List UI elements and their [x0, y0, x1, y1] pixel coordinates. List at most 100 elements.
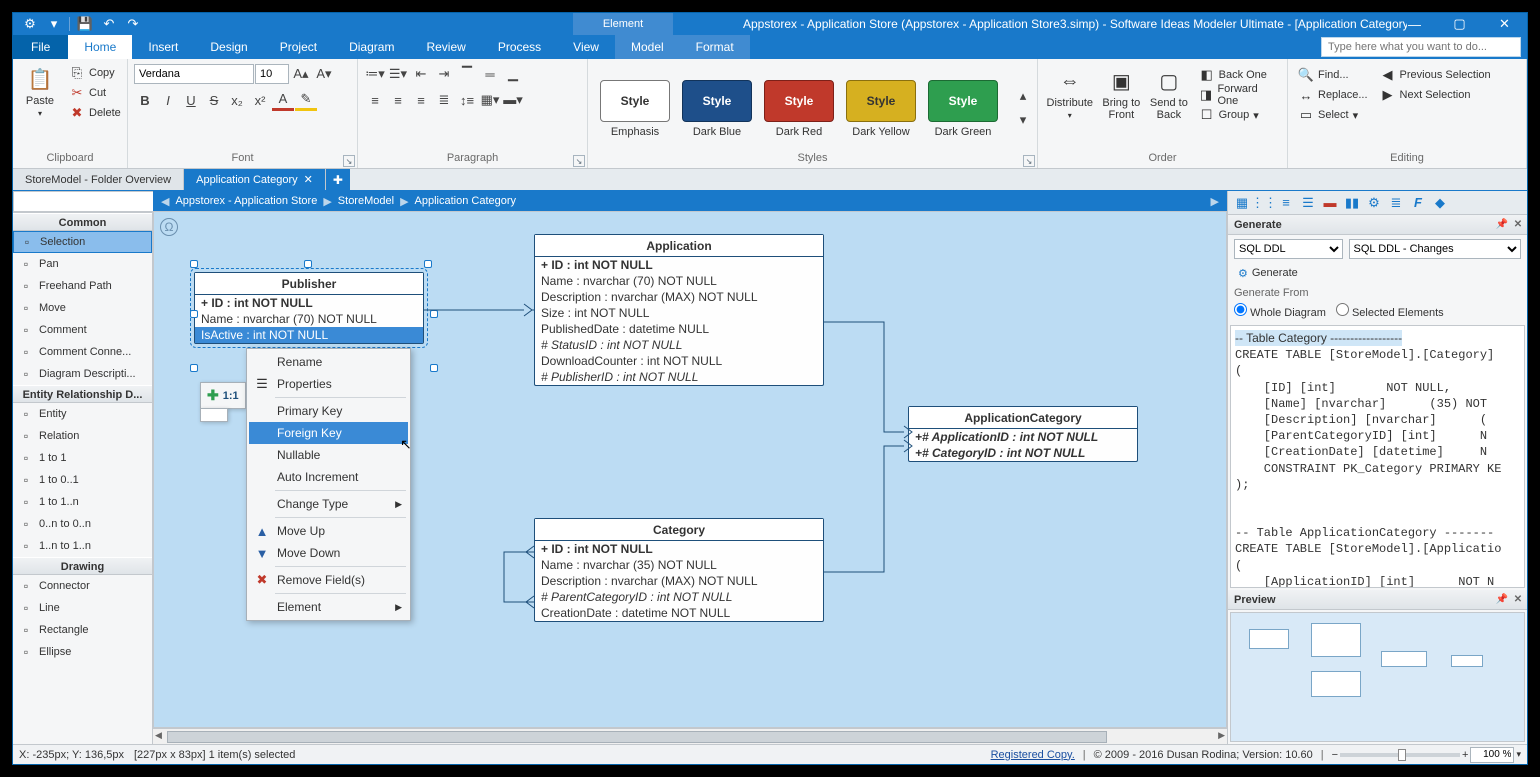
grow-font-button[interactable]: A▴ [290, 63, 312, 85]
line-spacing-button[interactable]: ↕≡ [456, 89, 478, 111]
paragraph-launcher[interactable]: ↘ [573, 155, 585, 167]
breadcrumb-1[interactable]: StoreModel [338, 195, 394, 207]
sql-output[interactable]: -- Table Category ------------------ CRE… [1230, 325, 1525, 588]
save-icon[interactable]: 💾 [76, 15, 94, 33]
font-color-button[interactable]: A [272, 89, 294, 111]
sel-handle[interactable] [430, 310, 438, 318]
panel-icon[interactable]: ☰ [1298, 193, 1318, 213]
entity-attribute[interactable]: PublishedDate : datetime NULL [535, 321, 823, 337]
style-swatch[interactable]: Style [600, 80, 670, 122]
sel-handle[interactable] [430, 364, 438, 372]
diagram-preview[interactable] [1230, 612, 1525, 742]
context-menu-item[interactable]: ☰Properties [249, 373, 408, 395]
context-menu-item[interactable]: ✖Remove Field(s) [249, 569, 408, 591]
toolbox-tool[interactable]: ▫Diagram Descripti... [13, 363, 152, 385]
font-family-select[interactable] [134, 64, 254, 84]
select-button[interactable]: ▭Select ▾ [1294, 105, 1372, 125]
send-back-button[interactable]: ▢Send to Back [1147, 65, 1191, 123]
close-tab-icon[interactable]: ✕ [304, 173, 313, 186]
font-size-select[interactable] [255, 64, 289, 84]
indent-button[interactable]: ⇥ [433, 63, 455, 85]
distribute-button[interactable]: ⇔Distribute▾ [1044, 65, 1096, 122]
styles-launcher[interactable]: ↘ [1023, 155, 1035, 167]
new-tab-button[interactable]: ✚ [326, 169, 350, 190]
entity-applicationcategory[interactable]: ApplicationCategory +# ApplicationID : i… [908, 406, 1138, 462]
context-menu-item[interactable]: ▼Move Down [249, 542, 408, 564]
entity-attribute[interactable]: +# CategoryID : int NOT NULL [909, 445, 1137, 461]
context-menu-item[interactable]: Nullable [249, 444, 408, 466]
tab-process[interactable]: Process [482, 35, 557, 59]
toolbox-tool[interactable]: ▫Selection [13, 231, 152, 253]
entity-application[interactable]: Application + ID : int NOT NULLName : nv… [534, 234, 824, 386]
entity-attribute[interactable]: Size : int NOT NULL [535, 305, 823, 321]
bullets-button[interactable]: ≔▾ [364, 63, 386, 85]
fill-button[interactable]: ▬▾ [502, 89, 524, 111]
tab-insert[interactable]: Insert [132, 35, 194, 59]
toolbox-search-input[interactable] [13, 191, 164, 212]
entity-attribute[interactable]: + ID : int NOT NULL [535, 541, 823, 557]
panel-icon[interactable]: F [1408, 193, 1428, 213]
context-menu-item[interactable]: Rename [249, 351, 408, 373]
diagram-canvas[interactable]: Ω Publisher + ID : int NOT NULLName : nv… [153, 211, 1227, 728]
toolbox-tool[interactable]: ▫Connector [13, 575, 152, 597]
shrink-font-button[interactable]: A▾ [313, 63, 335, 85]
entity-attribute[interactable]: Name : nvarchar (70) NOT NULL [195, 311, 423, 327]
styles-down-button[interactable]: ▾ [1012, 109, 1034, 131]
toolbox-tool[interactable]: ▫Rectangle [13, 619, 152, 641]
sel-handle[interactable] [190, 364, 198, 372]
close-button[interactable]: ✕ [1482, 13, 1527, 35]
justify-button[interactable]: ≣ [433, 89, 455, 111]
context-tab-element[interactable]: Element [573, 13, 673, 35]
entity-attribute[interactable]: +# ApplicationID : int NOT NULL [909, 429, 1137, 445]
entity-attribute[interactable]: CreationDate : datetime NOT NULL [535, 605, 823, 621]
generate-button[interactable]: ⚙Generate [1234, 263, 1521, 283]
entity-attribute[interactable]: # StatusID : int NOT NULL [535, 337, 823, 353]
toolbox-tool[interactable]: ▫Pan [13, 253, 152, 275]
panel-icon[interactable]: ▮▮ [1342, 193, 1362, 213]
tab-design[interactable]: Design [194, 35, 263, 59]
toolbox-tool[interactable]: ▫Comment Conne... [13, 341, 152, 363]
tab-diagram[interactable]: Diagram [333, 35, 410, 59]
paste-button[interactable]: 📋 Paste ▾ [19, 63, 61, 120]
close-panel-icon[interactable]: ✕ [1511, 594, 1525, 605]
entity-attribute[interactable]: DownloadCounter : int NOT NULL [535, 353, 823, 369]
zoom-input[interactable] [1470, 747, 1514, 763]
valign-mid-button[interactable]: ═ [479, 63, 501, 85]
toolbox-tool[interactable]: ▫Ellipse [13, 641, 152, 663]
font-launcher[interactable]: ↘ [343, 155, 355, 167]
zoom-control[interactable]: − + ▾ [1332, 747, 1521, 763]
minimize-button[interactable]: — [1392, 13, 1437, 35]
entity-attribute[interactable]: IsActive : int NOT NULL [195, 327, 423, 343]
toolbox-tool[interactable]: ▫Move [13, 297, 152, 319]
format-select-2[interactable]: SQL DDL - Changes [1349, 239, 1521, 259]
entity-publisher[interactable]: Publisher + ID : int NOT NULLName : nvar… [194, 272, 424, 344]
radio-selected-elements[interactable]: Selected Elements [1336, 303, 1444, 319]
zoom-in-button[interactable]: + [1462, 749, 1468, 761]
find-button[interactable]: 🔍Find... [1294, 65, 1372, 85]
bring-front-button[interactable]: ▣Bring to Front [1100, 65, 1144, 123]
toolbox-tool[interactable]: ▫Line [13, 597, 152, 619]
panel-icon[interactable]: ⚙ [1364, 193, 1384, 213]
forward-one-button[interactable]: ◨Forward One [1195, 85, 1281, 105]
prev-selection-button[interactable]: ◀Previous Selection [1376, 65, 1495, 85]
underline-button[interactable]: U [180, 89, 202, 111]
align-left-button[interactable]: ≡ [364, 89, 386, 111]
panel-icon[interactable]: ≣ [1386, 193, 1406, 213]
registered-link[interactable]: Registered Copy. [991, 749, 1075, 761]
style-swatch[interactable]: Style [682, 80, 752, 122]
context-menu-item[interactable]: Change Type▶ [249, 493, 408, 515]
entity-category[interactable]: Category + ID : int NOT NULLName : nvarc… [534, 518, 824, 622]
toolbox-group-header[interactable]: Entity Relationship D... [13, 385, 152, 403]
pin-icon[interactable]: 📌 [1495, 219, 1509, 230]
toolbox-group-header[interactable]: Drawing [13, 557, 152, 575]
toolbox-tool[interactable]: ▫Comment [13, 319, 152, 341]
strike-button[interactable]: S [203, 89, 225, 111]
cut-button[interactable]: ✂Cut [65, 83, 125, 103]
styles-up-button[interactable]: ▴ [1012, 85, 1034, 107]
panel-icon[interactable]: ▬ [1320, 193, 1340, 213]
horizontal-scrollbar[interactable]: ◀ ▶ [153, 728, 1227, 744]
undo-icon[interactable]: ↶ [100, 15, 118, 33]
tab-format[interactable]: Format [680, 35, 750, 59]
tab-review[interactable]: Review [410, 35, 481, 59]
toolbox-group-header[interactable]: Common [13, 213, 152, 231]
